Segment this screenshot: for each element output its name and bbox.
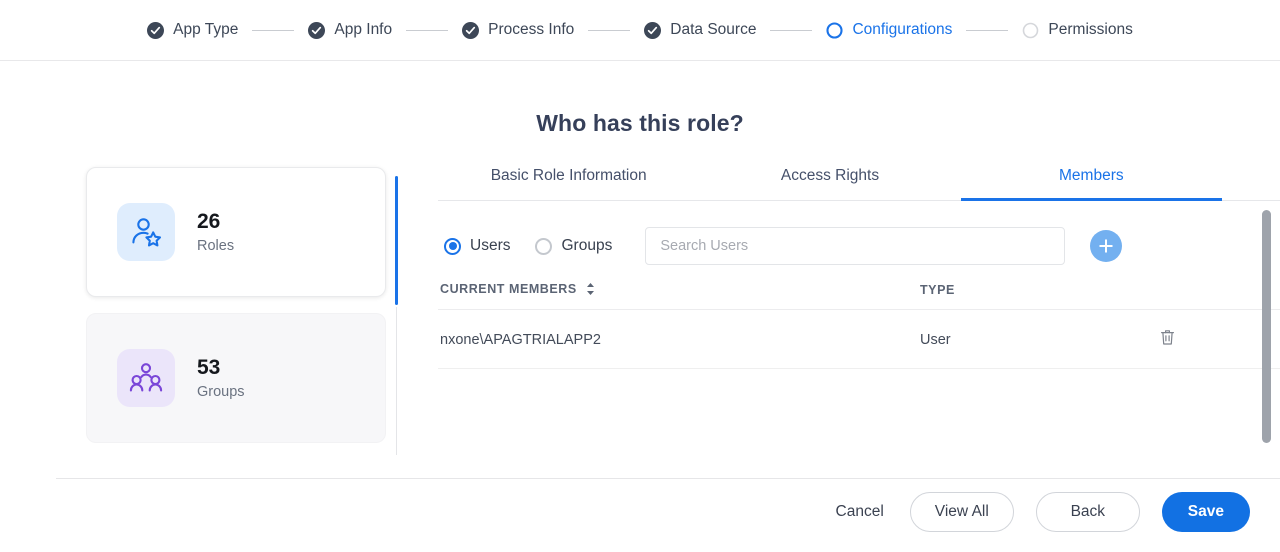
stepper-connector: [588, 29, 631, 31]
stat-card-label: Groups: [197, 383, 245, 400]
cancel-button[interactable]: Cancel: [832, 503, 888, 521]
stepper-step-label: Permissions: [1048, 21, 1133, 38]
tab-bar: Basic Role Information Access Rights Membe…: [438, 167, 1280, 201]
back-button[interactable]: Back: [1035, 492, 1140, 532]
pane-divider-inactive-segment: [396, 307, 397, 455]
step-complete-check-icon: [644, 21, 662, 39]
user-star-icon: [117, 203, 175, 261]
footer-divider: [56, 478, 1280, 479]
step-complete-check-icon: [308, 21, 326, 39]
delete-member-button[interactable]: [1160, 329, 1175, 346]
column-header-current-members-label: CURRENT MEMBERS: [440, 282, 577, 296]
stepper-step-configurations[interactable]: Configurations: [826, 21, 952, 39]
search-input[interactable]: [645, 227, 1066, 265]
stat-card-count: 53: [197, 356, 221, 380]
radio-users[interactable]: Users: [444, 237, 510, 255]
stepper-step-data-source[interactable]: Data Source: [644, 21, 756, 39]
stepper-connector: [406, 29, 449, 31]
step-upcoming-circle-icon: [1022, 22, 1039, 39]
stat-card-groups[interactable]: 53 Groups: [86, 313, 386, 443]
tab-basic-role-information[interactable]: Basic Role Information: [438, 167, 699, 201]
panel-scrollbar-thumb[interactable]: [1262, 210, 1271, 443]
radio-users-mark: [444, 237, 461, 255]
radio-groups-mark: [535, 237, 553, 255]
page-title: Who has this role?: [536, 110, 744, 136]
column-header-current-members[interactable]: CURRENT MEMBERS: [438, 282, 920, 310]
stepper-connector: [770, 29, 813, 31]
view-all-button[interactable]: View All: [909, 492, 1014, 532]
stepper-step-app-info[interactable]: App Info: [308, 21, 392, 39]
tab-access-rights[interactable]: Access Rights: [699, 167, 960, 201]
stepper-step-process-info[interactable]: Process Info: [462, 21, 574, 39]
wizard-stepper: App Type App Info Process Info Data Source C…: [147, 21, 1133, 39]
stepper-step-label: Configurations: [852, 21, 953, 38]
content-row: 26 Roles 53 Groups Basic Role Information Ac…: [0, 137, 1280, 455]
member-type: User: [920, 309, 1160, 369]
members-panel: Basic Role Information Access Rights Membe…: [398, 167, 1280, 443]
stat-card-count: 26: [197, 210, 221, 234]
step-complete-check-icon: [147, 21, 165, 39]
trash-icon: [1160, 330, 1175, 349]
panel-scrollbar[interactable]: [1262, 210, 1271, 448]
members-controls: Users Groups: [438, 201, 1280, 282]
add-member-button[interactable]: [1090, 230, 1123, 262]
stepper-connector: [252, 29, 295, 31]
radio-groups-label: Groups: [561, 237, 613, 254]
stepper-step-label: Data Source: [670, 21, 757, 38]
member-name: nxone\APAGTRIALAPP2: [438, 309, 920, 369]
footer: Cancel View All Back Save: [0, 478, 1280, 552]
members-table-body: nxone\APAGTRIALAPP2 User: [438, 309, 1280, 369]
step-complete-check-icon: [462, 21, 480, 39]
stepper-step-app-type[interactable]: App Type: [147, 21, 238, 39]
members-table: CURRENT MEMBERS TYPE nxone\APAGTRIALAPP2…: [438, 282, 1280, 369]
wizard-body: Who has this role? 26 Roles 53 Groups Basic…: [0, 61, 1280, 478]
stepper-connector: [966, 29, 1009, 31]
tab-members[interactable]: Members: [960, 167, 1222, 201]
stat-card-roles[interactable]: 26 Roles: [86, 167, 386, 297]
radio-groups[interactable]: Groups: [535, 237, 612, 255]
radio-users-label: Users: [470, 237, 511, 254]
save-button[interactable]: Save: [1161, 492, 1250, 532]
stat-card-label: Roles: [197, 237, 235, 254]
sort-icon: [586, 283, 595, 298]
table-header-row: CURRENT MEMBERS TYPE: [438, 282, 1280, 310]
table-row: nxone\APAGTRIALAPP2 User: [438, 309, 1280, 369]
stepper-step-label: Process Info: [488, 21, 575, 38]
footer-actions: Cancel View All Back Save: [832, 492, 1250, 532]
stat-card-text: 53 Groups: [197, 356, 245, 399]
stepper-step-label: App Info: [334, 21, 393, 38]
wizard-stepper-header: App Type App Info Process Info Data Source C…: [0, 0, 1280, 61]
column-header-type[interactable]: TYPE: [920, 282, 1160, 310]
user-group-icon: [117, 349, 175, 407]
stat-card-list: 26 Roles 53 Groups: [86, 167, 386, 443]
stepper-step-permissions[interactable]: Permissions: [1022, 21, 1133, 39]
stepper-step-label: App Type: [173, 21, 239, 38]
step-active-circle-icon: [826, 21, 844, 39]
stat-card-text: 26 Roles: [197, 210, 234, 253]
